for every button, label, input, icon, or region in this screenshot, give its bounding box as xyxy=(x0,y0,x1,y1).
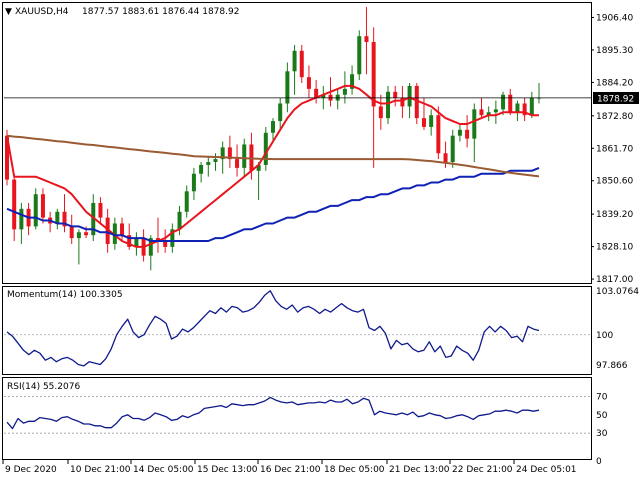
candle-bull xyxy=(457,129,462,136)
candle-bull xyxy=(285,71,290,104)
candle-bull xyxy=(342,88,347,95)
candle-bull xyxy=(263,132,268,165)
candle-bull xyxy=(515,103,520,113)
candle-bull xyxy=(213,159,218,163)
chart-ohlc: 1877.57 1883.61 1876.44 1878.92 xyxy=(82,7,239,17)
candle-bear xyxy=(465,129,470,139)
candle-bear xyxy=(443,153,448,163)
rsi-panel-frame xyxy=(2,377,592,460)
candle-bull xyxy=(429,115,434,127)
time-axis-tick-label: 10 Dec 21:00 xyxy=(70,465,131,475)
rsi-line xyxy=(6,396,540,430)
candle-bull xyxy=(292,50,297,72)
candle-bear xyxy=(299,50,304,78)
time-axis-tick-label: 9 Dec 2020 xyxy=(5,465,57,475)
momentum-title: Momentum(14) 100.3305 xyxy=(7,290,123,300)
rsi-axis-tick-label: 30 xyxy=(596,429,608,439)
trading-chart: 1906.40 1895.30 1884.20 1872.80 1861.70 1850.… xyxy=(2,2,639,475)
candle-bull xyxy=(472,109,477,139)
price-axis-tick-label: 1817.00 xyxy=(596,275,633,285)
candle-bull xyxy=(407,85,412,107)
price-axis-tick-label: 1872.80 xyxy=(596,112,633,122)
price-axis-tick-label: 1850.60 xyxy=(596,177,633,187)
candle-bear xyxy=(436,115,441,154)
momentum-axis-tick-label: 103.0764 xyxy=(596,287,639,297)
candle-bull xyxy=(177,211,182,230)
candle-bear xyxy=(120,223,125,236)
time-axis-tick-label: 14 Dec 05:00 xyxy=(133,465,194,475)
time-axis-tick-label: 18 Dec 05:00 xyxy=(324,465,385,475)
candle-bull xyxy=(76,232,81,239)
candle-bull xyxy=(386,91,391,119)
price-axis-tick-label: 1895.30 xyxy=(596,46,633,56)
candle-bull xyxy=(242,144,247,168)
price-axis-tick-label: 1906.40 xyxy=(596,13,633,23)
candle-bull xyxy=(278,103,283,122)
chart-window: 1906.40 1895.30 1884.20 1872.80 1861.70 1850.… xyxy=(0,0,640,480)
candle-bear xyxy=(306,77,311,89)
rsi-axis-tick-label: 70 xyxy=(596,392,608,402)
candle-bull xyxy=(55,211,60,224)
candle-bear xyxy=(421,118,426,127)
candle-bull xyxy=(33,194,38,227)
candle-bear xyxy=(235,159,240,168)
candle-bull xyxy=(357,36,362,75)
candle-bull xyxy=(191,173,196,192)
time-axis-tick-label: 15 Dec 13:00 xyxy=(197,465,258,475)
candle-bear xyxy=(479,109,484,116)
price-axis-tick-label: 1861.70 xyxy=(596,144,633,154)
candle-bear xyxy=(371,42,376,107)
time-axis-tick-label: 22 Dec 21:00 xyxy=(452,465,513,475)
candle-bull xyxy=(529,97,534,116)
candle-bear xyxy=(508,94,513,113)
candle-bear xyxy=(12,179,17,230)
candle-bull xyxy=(450,135,455,163)
price-axis-tick-label: 1839.20 xyxy=(596,210,633,220)
candle-bull xyxy=(19,208,24,230)
candle-bear xyxy=(69,226,74,239)
candle-bull xyxy=(501,94,506,110)
time-axis-tick-label: 16 Dec 21:00 xyxy=(260,465,321,475)
candle-bear xyxy=(378,106,383,119)
candle-bear xyxy=(40,194,45,218)
last-price-badge-label: 1878.92 xyxy=(597,95,634,105)
ma-mid-line xyxy=(6,166,540,242)
time-axis-tick-label: 24 Dec 05:01 xyxy=(516,465,577,475)
momentum-axis-tick-label: 97.866 xyxy=(596,361,628,371)
rsi-axis-tick-label: 0 xyxy=(596,457,602,467)
price-panel-frame xyxy=(2,2,592,284)
candle-bull xyxy=(493,109,498,113)
chart-symbol: XAUUSD,H4 xyxy=(15,7,69,17)
candle-bull xyxy=(199,164,204,174)
collapse-arrow-icon[interactable]: ▼ xyxy=(5,7,12,17)
candle-bear xyxy=(84,232,89,236)
rsi-axis-tick-label: 50 xyxy=(596,411,608,421)
candle-bear xyxy=(393,91,398,98)
candle-bear xyxy=(364,36,369,43)
candle-bear xyxy=(98,202,103,218)
momentum-line xyxy=(6,290,540,367)
candle-bull xyxy=(206,162,211,165)
time-axis-tick-label: 21 Dec 13:00 xyxy=(389,465,450,475)
candle-bull xyxy=(184,191,189,212)
price-axis-tick-label: 1884.20 xyxy=(596,78,633,88)
price-axis-tick-label: 1828.10 xyxy=(596,243,633,253)
rsi-title: RSI(14) 55.2076 xyxy=(7,382,80,392)
momentum-axis-tick-label: 100 xyxy=(596,331,613,341)
candle-bull xyxy=(271,121,275,133)
